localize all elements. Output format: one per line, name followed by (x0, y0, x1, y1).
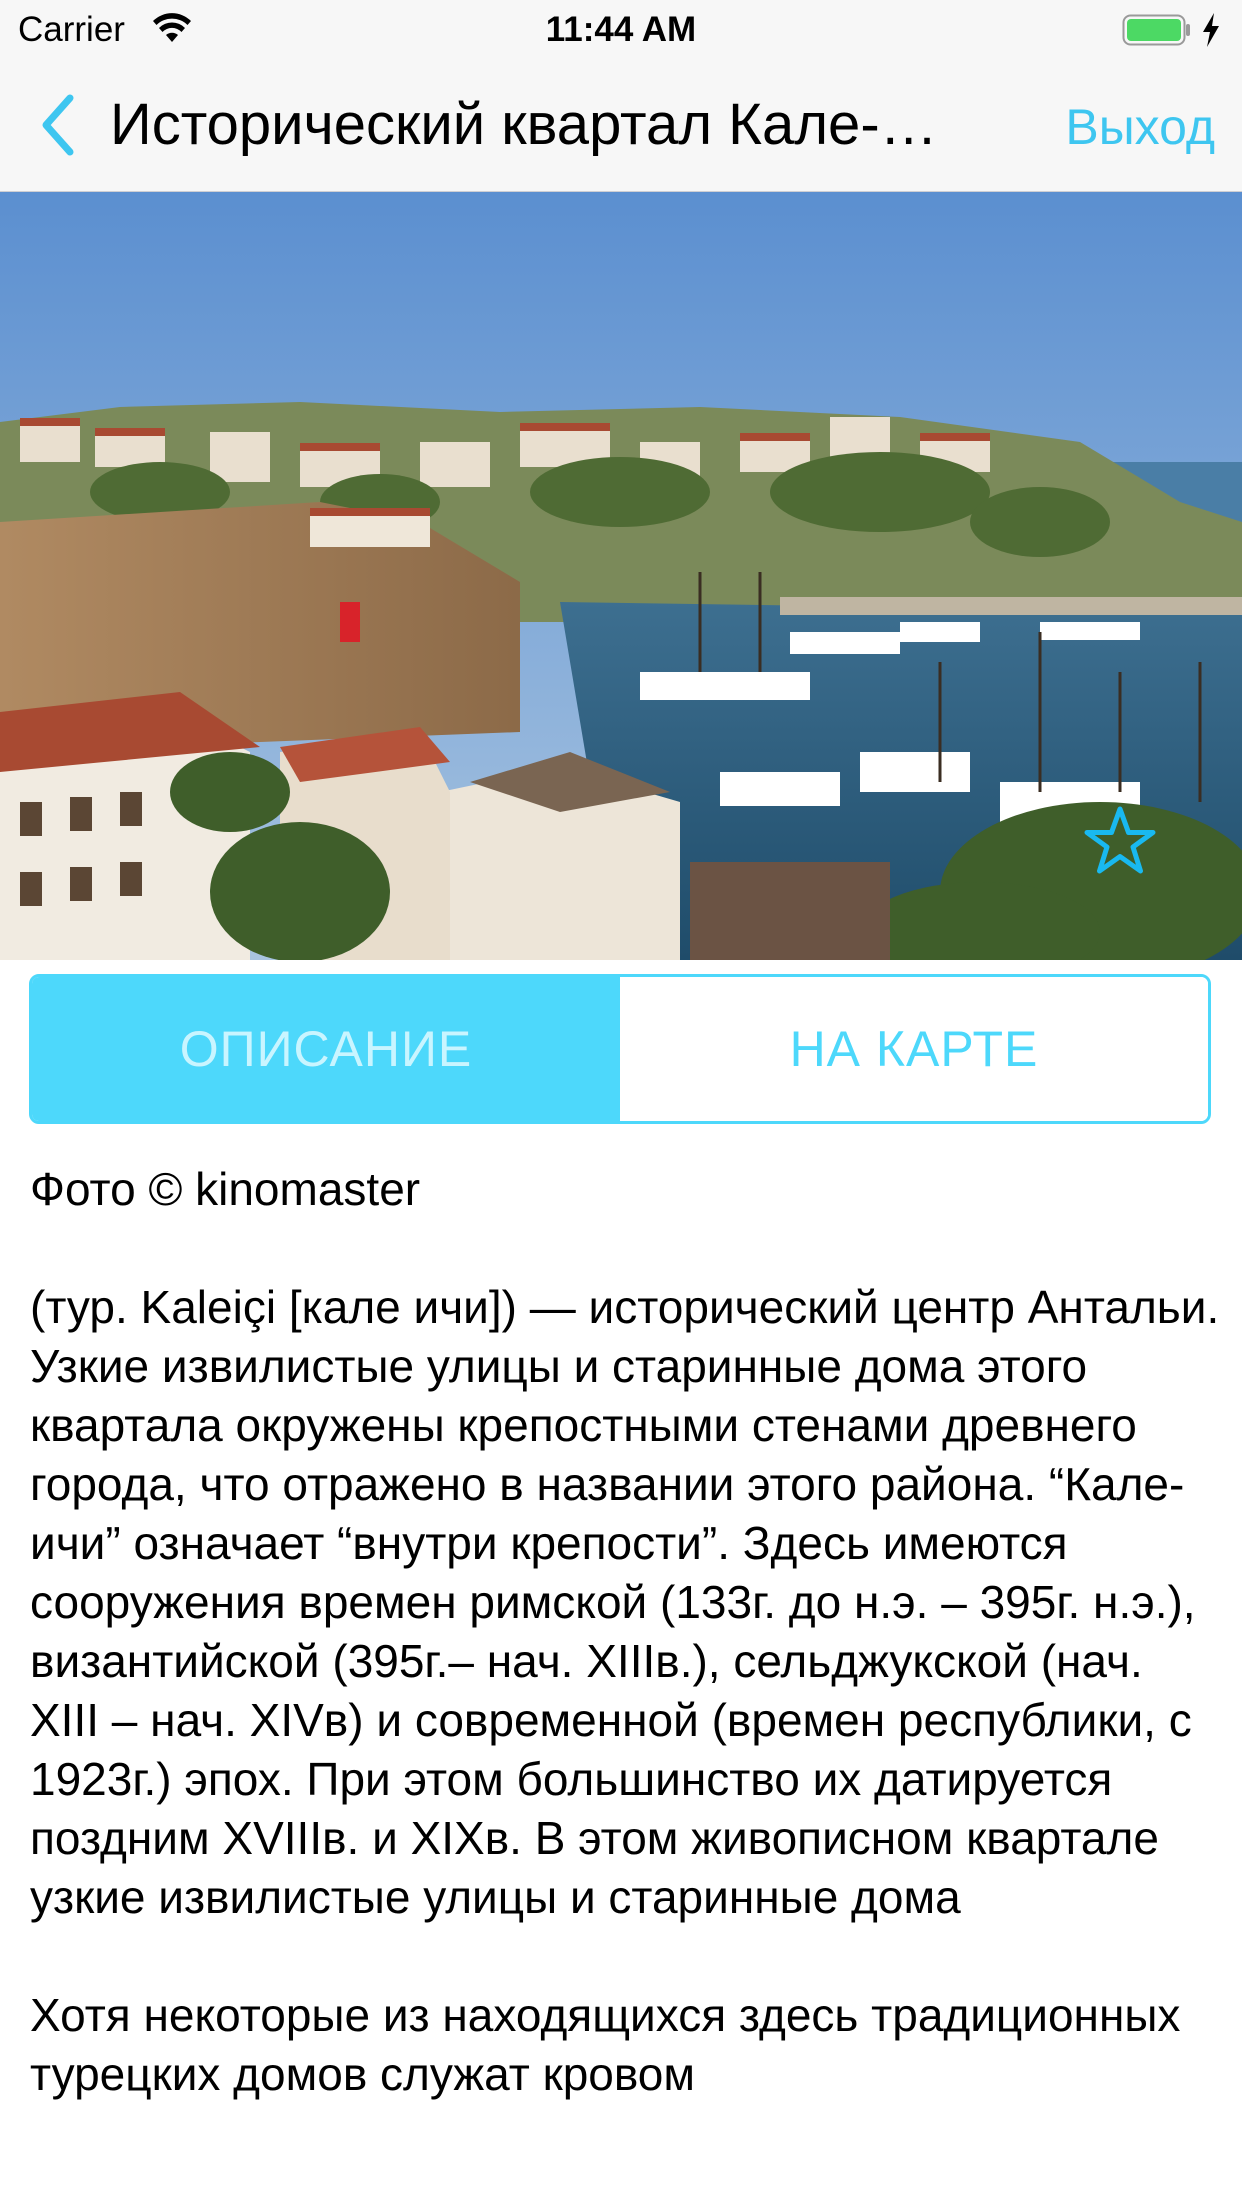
clock: 11:44 AM (545, 10, 697, 49)
star-outline-icon[interactable] (1082, 804, 1158, 880)
photo-credit: Фото © kinomaster (30, 1163, 421, 1215)
article-body: Фото © kinomaster (тур. Kaleiçi [кале ич… (30, 1160, 1220, 2163)
status-bar: Carrier 11:44 AM (0, 0, 1242, 60)
page-title: Исторический квартал Кале-… (110, 92, 938, 157)
back-button[interactable] (28, 90, 88, 160)
chevron-left-icon (42, 94, 74, 156)
navigation-bar: Исторический квартал Кале-… Выход (0, 60, 1242, 192)
exit-button[interactable]: Выход (1030, 96, 1215, 158)
segmented-control: ОПИСАНИЕ НА КАРТЕ (29, 974, 1211, 1124)
battery-icon (1122, 14, 1190, 46)
tab-on-map[interactable]: НА КАРТЕ (620, 977, 1208, 1121)
charging-icon (1203, 13, 1219, 47)
article-paragraph: (тур. Kaleiçi [кале ичи]) — исторический… (30, 1281, 1220, 1923)
article-paragraph: Хотя некоторые из находящихся здесь трад… (30, 1989, 1181, 2100)
tab-description[interactable]: ОПИСАНИЕ (32, 977, 620, 1121)
hero-photo (0, 192, 1242, 960)
